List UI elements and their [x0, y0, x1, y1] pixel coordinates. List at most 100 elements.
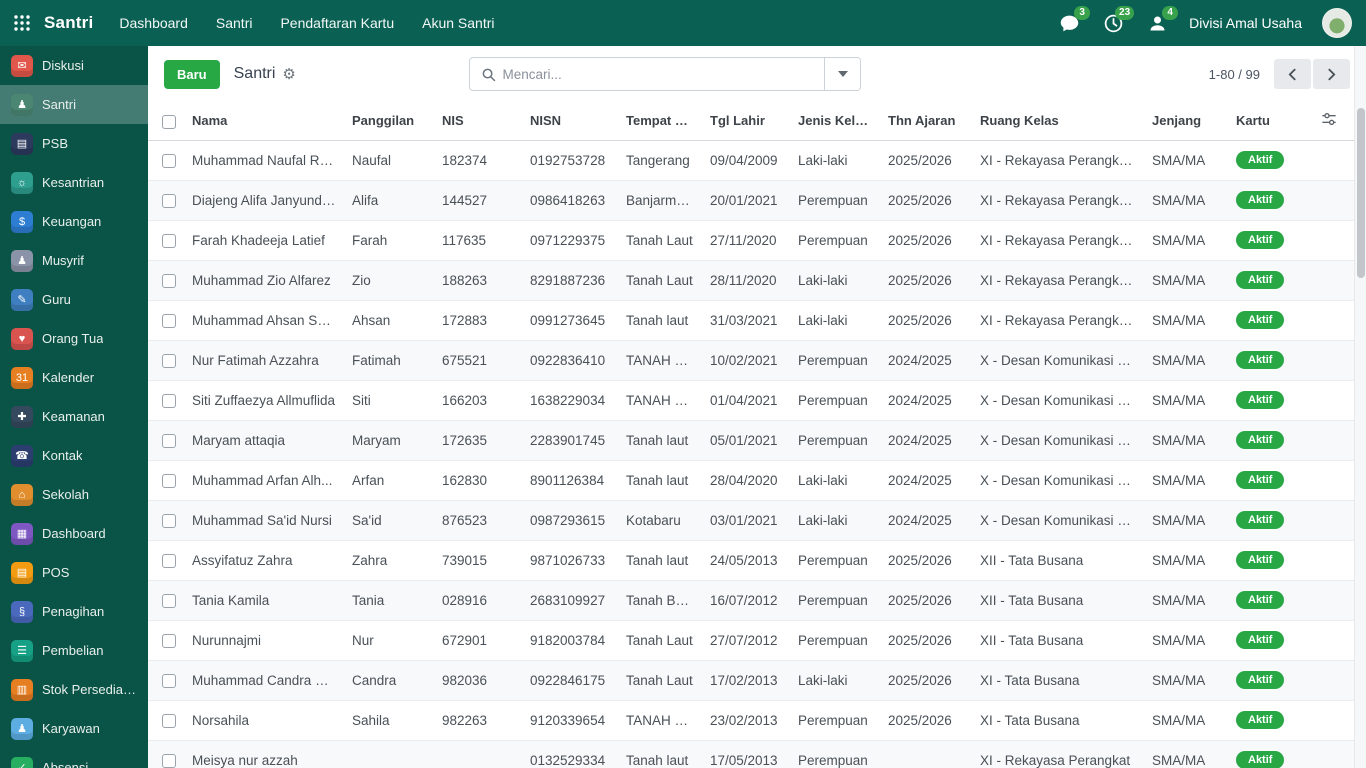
table-row[interactable]: Muhammad Zio Alfarez Zio 188263 82918872…: [148, 260, 1354, 301]
column-header-panggilan[interactable]: Panggilan: [344, 102, 434, 141]
cell-jenis-kelamin: Laki-laki: [790, 460, 880, 501]
column-header-nisn[interactable]: NISN: [522, 102, 618, 141]
table-row[interactable]: Assyifatuz Zahra Zahra 739015 9871026733…: [148, 540, 1354, 581]
table-row[interactable]: Siti Zuffaezya Allmuflida Siti 166203 16…: [148, 380, 1354, 421]
sidebar-item-kesantrian[interactable]: ☼ Kesantrian: [0, 163, 148, 202]
sidebar-item-santri[interactable]: ♟ Santri: [0, 85, 148, 124]
sidebar-item-dashboard[interactable]: ▦ Dashboard: [0, 514, 148, 553]
table-row[interactable]: Nurunnajmi Nur 672901 9182003784 Tanah L…: [148, 620, 1354, 661]
cell-tempat-lahir: Banjarmasin: [618, 180, 702, 221]
column-options-icon[interactable]: [1321, 113, 1337, 130]
action-gear-icon[interactable]: ⚙: [282, 65, 295, 83]
column-header-tgl-lahir[interactable]: Tgl Lahir: [702, 102, 790, 141]
row-checkbox[interactable]: [162, 273, 176, 288]
table-row[interactable]: Meisya nur azzah 0132529334 Tanah laut 1…: [148, 740, 1354, 768]
sidebar-item-diskusi[interactable]: ✉ Diskusi: [0, 46, 148, 85]
vertical-scrollbar[interactable]: [1354, 46, 1366, 768]
menu-dashboard[interactable]: Dashboard: [119, 15, 188, 31]
sidebar-item-psb[interactable]: ▤ PSB: [0, 124, 148, 163]
scrollbar-thumb[interactable]: [1357, 108, 1365, 278]
sekolah-icon: ⌂: [11, 483, 33, 506]
requests-icon[interactable]: 4: [1145, 6, 1179, 35]
sidebar-item-karyawan[interactable]: ♟ Karyawan: [0, 709, 148, 748]
apps-grid-icon[interactable]: [0, 0, 44, 46]
row-checkbox[interactable]: [162, 353, 176, 368]
row-checkbox[interactable]: [162, 713, 176, 728]
select-all-checkbox[interactable]: [162, 114, 176, 129]
row-checkbox[interactable]: [162, 233, 176, 248]
sidebar-item-kontak[interactable]: ☎ Kontak: [0, 436, 148, 475]
row-checkbox[interactable]: [162, 433, 176, 448]
menu-akun-santri[interactable]: Akun Santri: [422, 15, 494, 31]
row-checkbox[interactable]: [162, 473, 176, 488]
table-row[interactable]: Maryam attaqia Maryam 172635 2283901745 …: [148, 420, 1354, 461]
sidebar-item-keuangan[interactable]: $ Keuangan: [0, 202, 148, 241]
row-checkbox[interactable]: [162, 513, 176, 528]
table-row[interactable]: Diajeng Alifa Janyunda... Alifa 144527 0…: [148, 180, 1354, 221]
cell-kartu: Aktif: [1228, 300, 1304, 341]
column-header-tempat-lahir[interactable]: Tempat La...: [618, 102, 702, 141]
new-record-button[interactable]: Baru: [164, 59, 220, 89]
menu-pendaftaran-kartu[interactable]: Pendaftaran Kartu: [280, 15, 394, 31]
row-checkbox[interactable]: [162, 553, 176, 568]
cell-nis: 876523: [434, 500, 522, 541]
cell-ruang-kelas: XI - Rekayasa Perangkat ...: [972, 300, 1144, 341]
table-row[interactable]: Muhammad Arfan Alh... Arfan 162830 89011…: [148, 460, 1354, 501]
sidebar-item-sekolah[interactable]: ⌂ Sekolah: [0, 475, 148, 514]
row-checkbox[interactable]: [162, 193, 176, 208]
column-header-thn-ajaran[interactable]: Thn Ajaran: [880, 102, 972, 141]
menu-santri[interactable]: Santri: [216, 15, 253, 31]
sidebar-item-penagihan[interactable]: § Penagihan: [0, 592, 148, 631]
row-checkbox[interactable]: [162, 393, 176, 408]
sidebar-item-musyrif[interactable]: ♟ Musyrif: [0, 241, 148, 280]
activities-icon[interactable]: 23: [1101, 6, 1135, 35]
row-checkbox[interactable]: [162, 633, 176, 648]
dashboard-icon: ▦: [11, 522, 33, 545]
messages-icon[interactable]: 3: [1057, 6, 1091, 35]
table-row[interactable]: Farah Khadeeja Latief Farah 117635 09712…: [148, 220, 1354, 261]
column-header-kartu[interactable]: Kartu: [1228, 102, 1304, 141]
table-row[interactable]: Muhammad Candra Fa... Candra 982036 0922…: [148, 660, 1354, 701]
table-row[interactable]: Muhammad Sa'id Nursi Sa'id 876523 098729…: [148, 500, 1354, 541]
sidebar-item-pembelian[interactable]: ☰ Pembelian: [0, 631, 148, 670]
app-brand[interactable]: Santri: [44, 13, 93, 33]
table-row[interactable]: Norsahila Sahila 982263 9120339654 TANAH…: [148, 700, 1354, 741]
table-row[interactable]: Tania Kamila Tania 028916 2683109927 Tan…: [148, 580, 1354, 621]
sidebar-item-keamanan[interactable]: ✚ Keamanan: [0, 397, 148, 436]
column-header-ruang-kelas[interactable]: Ruang Kelas: [972, 102, 1144, 141]
user-company-menu[interactable]: Divisi Amal Usaha: [1189, 15, 1302, 31]
cell-thn-ajaran: 2024/2025: [880, 500, 972, 541]
column-header-jenjang[interactable]: Jenjang: [1144, 102, 1228, 141]
cell-kartu: Aktif: [1228, 500, 1304, 541]
status-badge: Aktif: [1236, 231, 1285, 249]
row-checkbox[interactable]: [162, 313, 176, 328]
cell-spacer: [1304, 460, 1354, 501]
sidebar-item-absensi[interactable]: ✓ Absensi: [0, 748, 148, 768]
cell-nama: Muhammad Arfan Alh...: [184, 460, 344, 501]
next-page-button[interactable]: [1312, 59, 1350, 89]
row-checkbox[interactable]: [162, 153, 176, 168]
search-filter-dropdown-toggle[interactable]: [824, 58, 861, 90]
table-row[interactable]: Muhammad Ahsan Sya... Ahsan 172883 09912…: [148, 300, 1354, 341]
sidebar-item-pos[interactable]: ▤ POS: [0, 553, 148, 592]
table-row[interactable]: Nur Fatimah Azzahra Fatimah 675521 09228…: [148, 340, 1354, 381]
previous-page-button[interactable]: [1273, 59, 1311, 89]
row-checkbox[interactable]: [162, 753, 176, 768]
cell-ruang-kelas: X - Desan Komunikasi Vi...: [972, 460, 1144, 501]
sidebar-item-orang-tua[interactable]: ♥ Orang Tua: [0, 319, 148, 358]
status-badge: Aktif: [1236, 671, 1285, 689]
column-header-jenis-kelamin[interactable]: Jenis Kela...: [790, 102, 880, 141]
row-checkbox[interactable]: [162, 593, 176, 608]
search-input[interactable]: [502, 58, 825, 90]
cell-tgl-lahir: 20/01/2021: [702, 180, 790, 221]
column-header-nis[interactable]: NIS: [434, 102, 522, 141]
cell-nis: 144527: [434, 180, 522, 221]
sidebar-item-kalender[interactable]: 31 Kalender: [0, 358, 148, 397]
sidebar-item-guru[interactable]: ✎ Guru: [0, 280, 148, 319]
row-checkbox[interactable]: [162, 673, 176, 688]
sidebar-item-stok-persediaan[interactable]: ▥ Stok Persediaan: [0, 670, 148, 709]
column-header-nama[interactable]: Nama: [184, 102, 344, 141]
table-row[interactable]: Muhammad Naufal Rai... Naufal 182374 019…: [148, 140, 1354, 181]
user-avatar[interactable]: [1322, 8, 1352, 38]
kesantrian-icon: ☼: [11, 171, 33, 194]
